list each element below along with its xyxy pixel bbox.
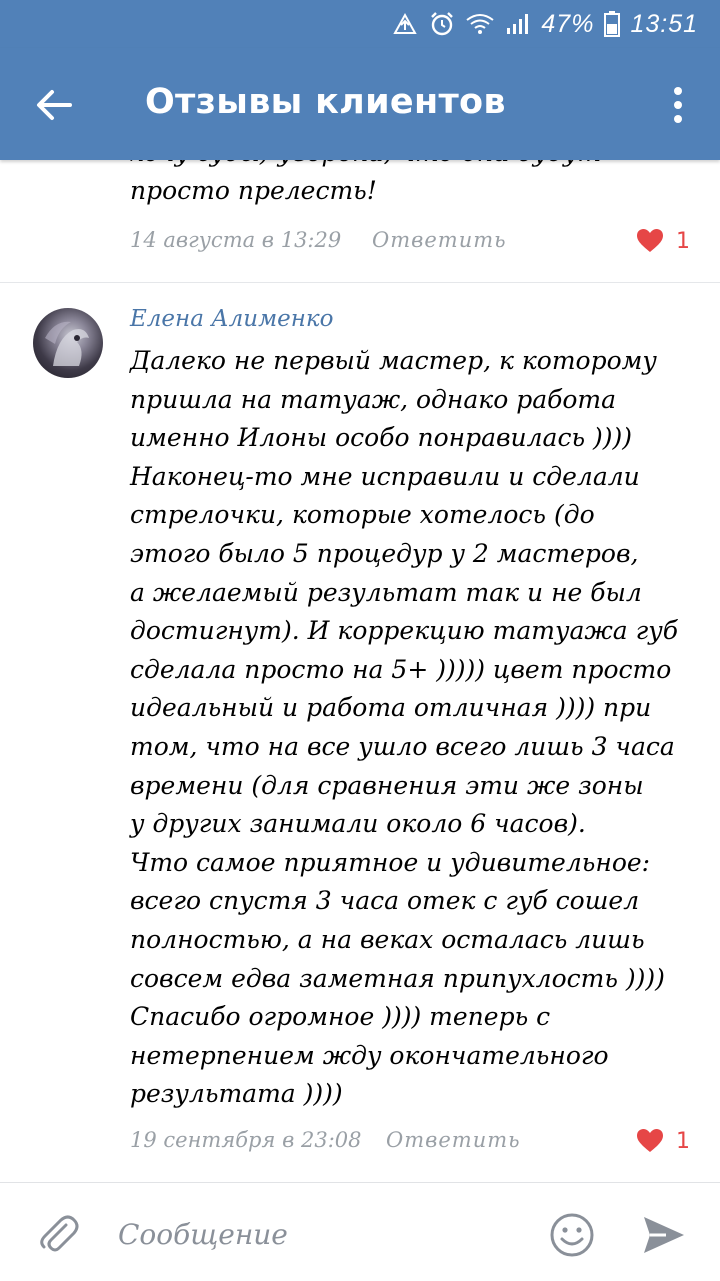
review-line: Спасибо огромное )))) теперь с — [130, 1002, 551, 1032]
status-bar: 47% 13:51 — [0, 0, 720, 48]
review-date: 19 сентября в 23:08 — [130, 1128, 362, 1152]
signal-icon — [505, 12, 531, 36]
alarm-icon — [429, 11, 455, 37]
paperclip-icon — [40, 1215, 79, 1252]
more-vertical-icon — [674, 87, 682, 123]
attach-button[interactable] — [36, 1211, 80, 1255]
previous-comment-text: хочу губы) уверена, что они будут просто… — [130, 160, 601, 210]
like-count: 1 — [676, 228, 690, 254]
review-line: полностью, а на веках осталась лишь — [130, 924, 645, 954]
battery-icon — [604, 11, 621, 37]
divider — [0, 282, 720, 283]
review-line: нетерпением жду окончательного — [130, 1040, 609, 1070]
comment-line: хочу губы) уверена, что они будут — [130, 160, 601, 172]
review-line: а желаемый результат так и не был — [130, 577, 642, 607]
review-line: пришла на татуаж, однако работа — [130, 384, 617, 414]
send-button[interactable] — [640, 1213, 688, 1257]
upload-icon — [391, 11, 419, 37]
review-line: идеальный и работа отличная )))) при — [130, 693, 652, 723]
review-line: у других занимали около 6 часов). — [130, 809, 586, 839]
review-line: совсем едва заметная припухлость )))) — [130, 963, 665, 993]
more-menu-button[interactable] — [666, 85, 690, 125]
avatar-image — [45, 321, 89, 366]
author-name[interactable]: Елена Алименко — [130, 306, 334, 332]
status-icons: 47% 13:51 — [391, 8, 698, 40]
review-line: времени (для сравнения эти же зоны — [130, 770, 644, 800]
reply-button[interactable]: Ответить — [386, 1128, 521, 1152]
back-button[interactable] — [30, 81, 78, 129]
like-button[interactable]: 1 — [636, 1128, 690, 1154]
comment-line: просто прелесть! — [130, 176, 377, 205]
review-line: именно Илоны особо понравилась )))) — [130, 423, 633, 453]
like-count: 1 — [676, 1128, 690, 1154]
battery-percent: 47% — [541, 9, 595, 38]
like-button[interactable]: 1 — [636, 228, 690, 254]
arrow-back-icon — [37, 90, 72, 120]
clock: 13:51 — [630, 9, 698, 38]
heart-icon — [637, 229, 663, 252]
comment-date: 14 августа в 13:29 — [130, 228, 342, 252]
review-line: Наконец-то мне исправили и сделали — [130, 461, 640, 491]
review-line: результата )))) — [130, 1079, 343, 1109]
review-line: стрелочки, которые хотелось (до — [130, 500, 595, 530]
review-line: достигнут). И коррекцию татуажа губ — [130, 616, 679, 646]
heart-icon — [637, 1129, 663, 1152]
review-line: Что самое приятное и удивительное: — [130, 847, 651, 877]
message-composer — [0, 1182, 720, 1281]
page-title: Отзывы клиентов — [145, 82, 506, 122]
review-line: сделала просто на 5+ ))))) цвет просто — [130, 654, 672, 684]
toolbar: Отзывы клиентов — [0, 48, 720, 160]
send-icon — [644, 1217, 684, 1253]
review-line: этого было 5 процедур у 2 мастеров, — [130, 538, 639, 568]
review-line: том, что на все ушло всего лишь 3 часа — [130, 731, 675, 761]
review-text: Далеко не первый мастер, к которому приш… — [130, 342, 678, 1114]
avatar[interactable] — [33, 308, 103, 378]
reply-button[interactable]: Ответить — [372, 228, 507, 252]
review-line: Далеко не первый мастер, к которому — [130, 346, 657, 375]
comments-list: хочу губы) уверена, что они будут просто… — [0, 160, 720, 1182]
review-line: всего спустя 3 часа отек с губ сошел — [130, 886, 640, 916]
smiley-icon — [550, 1213, 594, 1257]
message-input[interactable] — [116, 1209, 520, 1259]
emoji-button[interactable] — [548, 1211, 596, 1259]
wifi-icon — [465, 12, 495, 36]
